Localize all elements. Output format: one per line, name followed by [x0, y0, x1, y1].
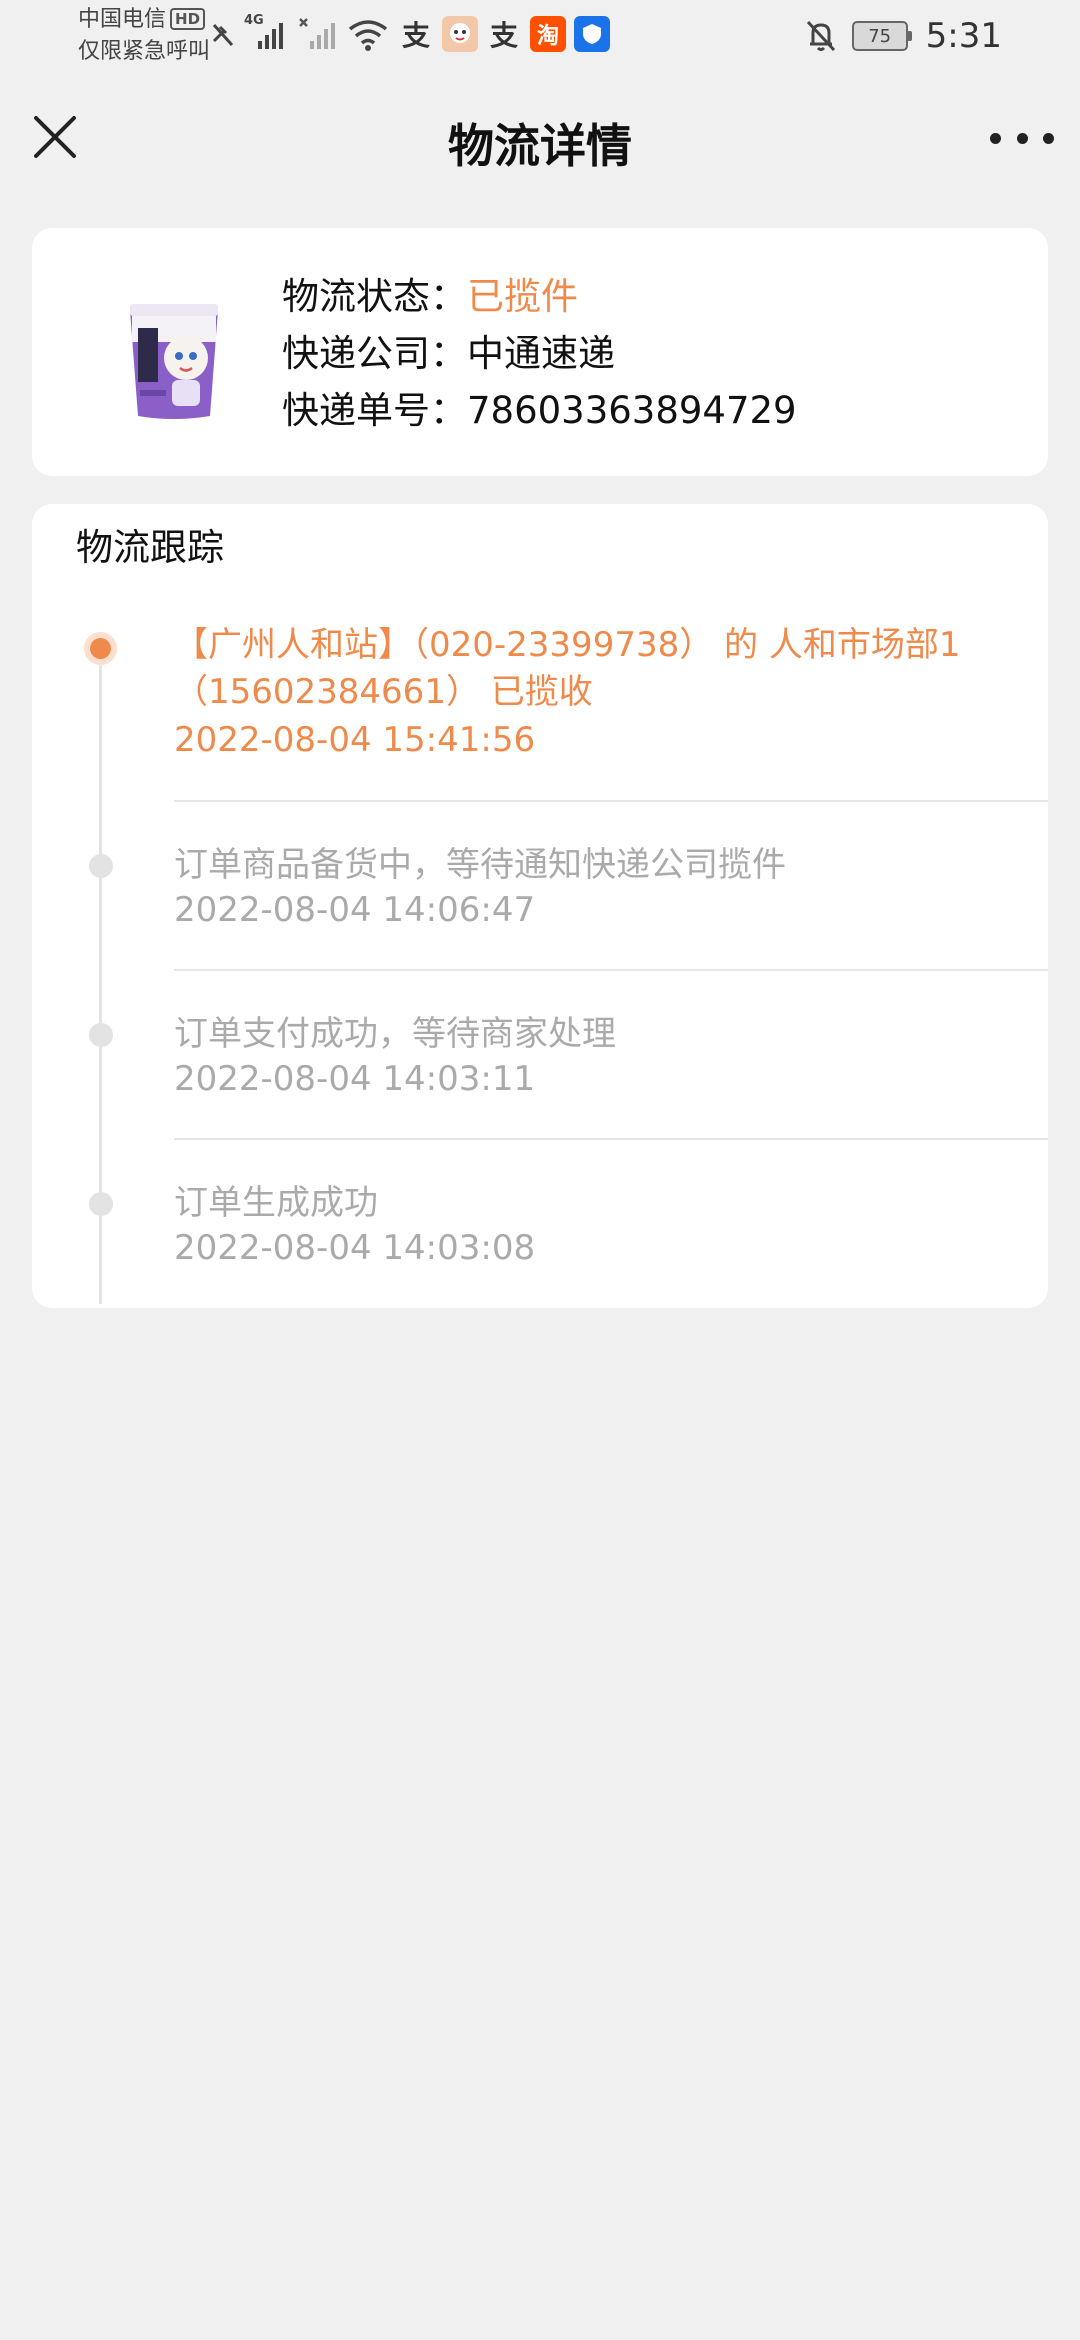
taobao-icon: 淘 [530, 16, 566, 52]
tracking-card: 物流跟踪 【广州人和站】（020-23399738） 的 人和市场部1（1560… [32, 504, 1048, 1308]
network-type-label: 4G [244, 13, 264, 28]
tracking-number-label: 快递单号： [282, 389, 467, 432]
alipay-icon: 支 [401, 19, 430, 52]
company-label: 快递公司： [282, 332, 467, 375]
timeline-divider [174, 1138, 1048, 1140]
timeline-divider [174, 969, 1048, 971]
signal-icon: 4G [244, 13, 290, 51]
carrier-name: 中国电信 [78, 7, 167, 32]
no-call-icon [212, 23, 234, 47]
status-label: 物流状态： [282, 275, 467, 318]
shipment-info-card: 物流状态：已揽件 快递公司：中通速递 快递单号：78603363894729 [32, 228, 1048, 476]
status-value: 已揽件 [467, 275, 578, 318]
page-title: 物流详情 [448, 119, 632, 173]
app-avatar-icon [442, 16, 478, 52]
tracking-event-text: 订单商品备货中，等待通知快递公司揽件 [174, 845, 786, 885]
timeline-dot [89, 1192, 113, 1216]
tracking-number-row[interactable]: 快递单号：78603363894729 [282, 382, 797, 439]
wifi-icon [348, 20, 388, 51]
tracking-event-text: 订单生成成功 [174, 1183, 378, 1223]
carrier-emergency-text: 仅限紧急呼叫 [78, 39, 211, 64]
tracking-event-time: 2022-08-04 14:06:47 [174, 890, 536, 930]
status-icons: 4G 支 支 淘 [210, 13, 610, 54]
tracking-event-text: 订单支付成功，等待商家处理 [174, 1014, 616, 1054]
carrier-info: 中国电信 HD 仅限紧急呼叫 [78, 4, 210, 68]
shipment-info: 物流状态：已揽件 快递公司：中通速递 快递单号：78603363894729 [282, 268, 797, 439]
product-image[interactable] [94, 298, 254, 426]
alipay-icon: 支 [489, 19, 518, 52]
battery-icon: 75 [851, 21, 912, 51]
tracking-number-value[interactable]: 78603363894729 [467, 389, 797, 432]
tracking-event-text: 【广州人和站】（020-23399738） 的 人和市场部1（156023846… [174, 625, 961, 712]
tracking-event-time: 2022-08-04 14:03:11 [174, 1059, 536, 1099]
battery-level: 75 [868, 25, 892, 47]
status-row: 物流状态：已揽件 [282, 268, 797, 325]
status-right: 75 5:31 [804, 12, 1002, 60]
more-button[interactable] [990, 120, 1054, 156]
tracking-event-time: 2022-08-04 15:41:56 [174, 720, 536, 760]
timeline-divider [174, 800, 1048, 802]
bell-mute-icon [806, 20, 835, 52]
no-signal-icon [299, 18, 335, 49]
company-value: 中通速递 [467, 332, 615, 375]
shield-app-icon [574, 16, 610, 52]
company-row: 快递公司：中通速递 [282, 325, 797, 382]
nav-header: 物流详情 [0, 72, 1080, 202]
timeline-dot [89, 1023, 113, 1047]
more-dot-icon [1043, 132, 1054, 144]
more-dot-icon [990, 132, 1001, 144]
clock: 5:31 [925, 16, 1002, 56]
timeline-dot [89, 854, 113, 878]
status-bar: 中国电信 HD 仅限紧急呼叫 4G 支 支 淘 75 5:31 [0, 0, 1080, 72]
more-dot-icon [1016, 132, 1028, 144]
timeline-dot-active [84, 632, 117, 665]
hd-badge: HD [170, 8, 206, 30]
tracking-event-time: 2022-08-04 14:03:08 [174, 1228, 536, 1268]
tracking-title: 物流跟踪 [76, 526, 224, 569]
